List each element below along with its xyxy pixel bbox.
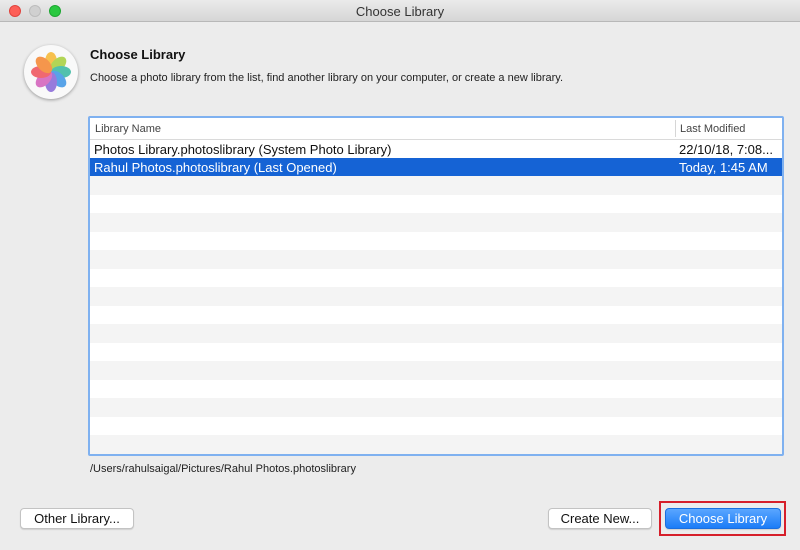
- empty-rows: [90, 176, 782, 454]
- other-library-button[interactable]: Other Library...: [20, 508, 134, 529]
- last-modified-cell: Today, 1:45 AM: [679, 160, 768, 175]
- column-header-library-name[interactable]: Library Name: [95, 123, 161, 135]
- dialog-description: Choose a photo library from the list, fi…: [90, 72, 564, 84]
- selected-library-path: /Users/rahulsaigal/Pictures/Rahul Photos…: [90, 463, 356, 475]
- dialog-heading: Choose Library: [90, 47, 186, 62]
- window-title: Choose Library: [355, 4, 445, 19]
- window-titlebar: Choose Library: [0, 0, 800, 22]
- photos-app-icon: [24, 45, 78, 99]
- last-modified-cell: 22/10/18, 7:08...: [679, 142, 773, 157]
- table-header: Library Name Last Modified: [90, 118, 782, 140]
- column-header-last-modified[interactable]: Last Modified: [680, 123, 745, 135]
- table-row-selected[interactable]: Rahul Photos.photoslibrary (Last Opened)…: [90, 158, 782, 176]
- create-new-button[interactable]: Create New...: [548, 508, 652, 529]
- library-name-cell: Rahul Photos.photoslibrary (Last Opened): [94, 160, 337, 175]
- table-row[interactable]: Photos Library.photoslibrary (System Pho…: [90, 140, 782, 158]
- column-divider[interactable]: [675, 120, 676, 137]
- library-name-cell: Photos Library.photoslibrary (System Pho…: [94, 142, 392, 157]
- choose-library-button[interactable]: Choose Library: [665, 508, 781, 529]
- library-table[interactable]: Library Name Last Modified Photos Librar…: [88, 116, 784, 456]
- table-body: Photos Library.photoslibrary (System Pho…: [90, 140, 782, 454]
